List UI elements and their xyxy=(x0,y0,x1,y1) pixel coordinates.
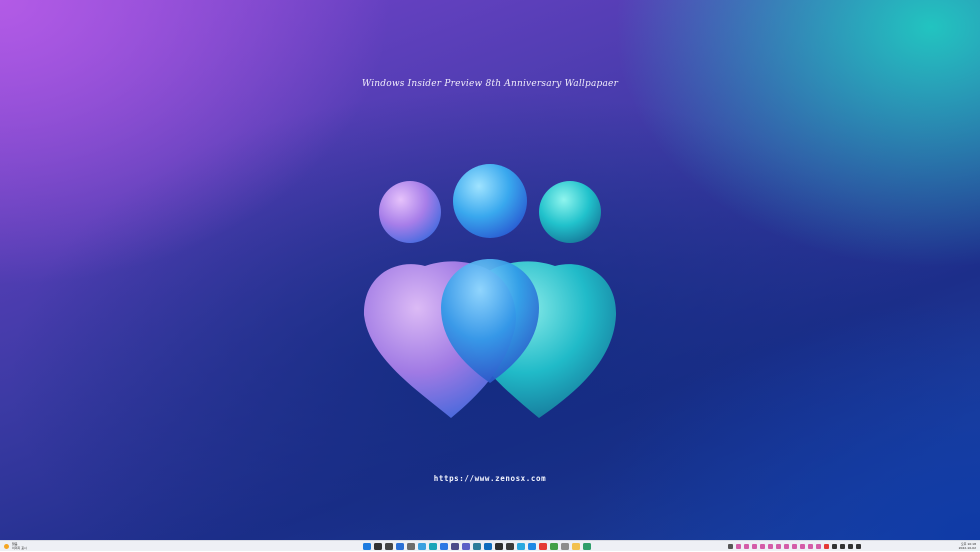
app-green-icon[interactable] xyxy=(583,543,591,550)
system-tray xyxy=(728,542,861,551)
volume-icon[interactable] xyxy=(848,544,853,549)
start-icon[interactable] xyxy=(363,543,371,550)
clipboard-icon[interactable] xyxy=(561,543,569,550)
youtube-icon[interactable] xyxy=(539,543,547,550)
edge-icon[interactable] xyxy=(429,543,437,550)
wallpaper-title: Windows Insider Preview 8th Anniversary … xyxy=(361,79,619,89)
chevron-up-icon[interactable] xyxy=(728,544,733,549)
folder-icon[interactable] xyxy=(572,543,580,550)
tray-pink-6-icon[interactable] xyxy=(776,544,781,549)
tray-pink-4-icon[interactable] xyxy=(760,544,765,549)
store-icon[interactable] xyxy=(451,543,459,550)
tray-red-icon[interactable] xyxy=(824,544,829,549)
clock-date: 2022-10-02 xyxy=(958,545,976,550)
network-icon[interactable] xyxy=(840,544,845,549)
mail-icon[interactable] xyxy=(484,543,492,550)
tray-pink-7-icon[interactable] xyxy=(784,544,789,549)
tray-pink-11-icon[interactable] xyxy=(816,544,821,549)
taskbar-clock[interactable]: 오후 10:18 2022-10-02 xyxy=(959,541,976,552)
windows-insider-hearts-icon xyxy=(363,164,617,418)
telegram-icon[interactable] xyxy=(517,543,525,550)
tray-pink-3-icon[interactable] xyxy=(752,544,757,549)
task-view-icon[interactable] xyxy=(385,543,393,550)
tray-pink-9-icon[interactable] xyxy=(800,544,805,549)
tray-pink-8-icon[interactable] xyxy=(792,544,797,549)
sun-icon xyxy=(4,544,9,549)
desktop-wallpaper: Windows Insider Preview 8th Anniversary … xyxy=(0,0,980,540)
tray-pink-2-icon[interactable] xyxy=(744,544,749,549)
tray-pink-1-icon[interactable] xyxy=(736,544,741,549)
weather-widget[interactable]: 맑음 이미지 표시 xyxy=(4,541,27,552)
photos-icon[interactable] xyxy=(418,543,426,550)
wallpaper-url: https://www.zenosx.com xyxy=(433,474,547,483)
widgets-icon[interactable] xyxy=(396,543,404,550)
app-dark-icon[interactable] xyxy=(506,543,514,550)
chrome-icon[interactable] xyxy=(550,543,558,550)
calendar-icon[interactable] xyxy=(473,543,481,550)
tray-pink-10-icon[interactable] xyxy=(808,544,813,549)
search-icon[interactable] xyxy=(374,543,382,550)
pinned-apps xyxy=(363,542,591,551)
weather-detail: 이미지 표시 xyxy=(12,545,27,550)
taskbar: 맑음 이미지 표시 오후 10:18 2022-10-02 xyxy=(0,540,980,551)
todo-icon[interactable] xyxy=(440,543,448,550)
terminal-icon[interactable] xyxy=(495,543,503,550)
browser-icon[interactable] xyxy=(528,543,536,550)
tray-pink-5-icon[interactable] xyxy=(768,544,773,549)
battery-icon[interactable] xyxy=(856,544,861,549)
settings-icon[interactable] xyxy=(407,543,415,550)
teams-icon[interactable] xyxy=(462,543,470,550)
tray-dark-icon[interactable] xyxy=(832,544,837,549)
